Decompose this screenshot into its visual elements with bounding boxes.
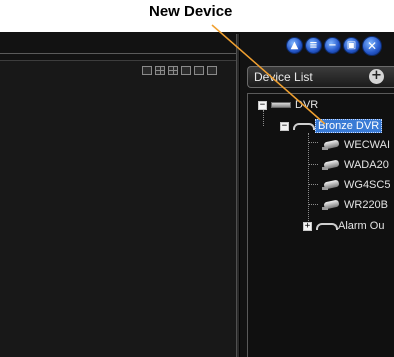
camera-icon (320, 139, 340, 151)
tree-item-label: WR220B (344, 199, 389, 211)
dvr-icon (271, 102, 291, 108)
expand-toggle[interactable]: + (303, 221, 312, 231)
tree-connector (308, 142, 318, 143)
tree-item-label: WADA20 (344, 159, 389, 171)
tree-item-dvr[interactable]: − DVR (258, 97, 318, 113)
tree-connector (308, 184, 318, 185)
tree-item-camera[interactable]: WR220B (320, 197, 388, 213)
minimize-icon[interactable]: − (324, 37, 341, 54)
window-controls: ▲ ≡ − ▣ ✕ (286, 36, 382, 56)
restore-icon[interactable]: ▣ (343, 37, 360, 54)
tree-item-bronze-dvr[interactable]: − Bronze DVR (280, 118, 383, 134)
nine-view-icon[interactable] (168, 66, 178, 75)
device-icon (293, 122, 315, 130)
callout-label: New Device (149, 3, 233, 20)
close-view-icon[interactable] (207, 66, 217, 75)
tree-connector (308, 133, 309, 229)
close-icon[interactable]: ✕ (362, 36, 382, 56)
collapse-toggle[interactable]: − (258, 100, 267, 110)
camera-icon (320, 179, 340, 191)
tree-item-label: Bronze DVR (315, 119, 383, 133)
camera-icon (320, 199, 340, 211)
lock-icon[interactable]: ▲ (286, 37, 303, 54)
device-list-title: Device List (254, 70, 313, 84)
tree-connector (308, 164, 318, 165)
single-view-icon[interactable] (142, 66, 152, 75)
device-list-header: Device List + (247, 66, 394, 88)
tree-item-camera[interactable]: WG4SC5 (320, 177, 390, 193)
camera-icon (320, 159, 340, 171)
tree-item-alarm-output[interactable]: + Alarm Ou (303, 218, 384, 234)
alarm-output-icon (316, 222, 338, 230)
tree-item-label: WG4SC5 (344, 179, 391, 191)
quad-view-icon[interactable] (155, 66, 165, 75)
list-icon[interactable]: ≡ (305, 37, 322, 54)
video-toolbar-border (0, 53, 236, 54)
layout-toolbar (142, 66, 217, 75)
video-display-area[interactable] (0, 60, 236, 357)
tree-item-camera[interactable]: WECWAI (320, 137, 390, 153)
tree-item-label: DVR (295, 99, 319, 111)
device-tree: − DVR − Bronze DVR WECWAI WADA20 WG4SC5 … (247, 93, 394, 357)
audio-icon[interactable] (194, 66, 204, 75)
tree-item-camera[interactable]: WADA20 (320, 157, 389, 173)
panel-splitter[interactable] (236, 34, 240, 357)
tree-connector (308, 204, 318, 205)
collapse-toggle[interactable]: − (280, 121, 289, 131)
tree-item-label: WECWAI (344, 139, 391, 151)
tree-item-label: Alarm Ou (338, 220, 385, 232)
add-device-button[interactable]: + (369, 69, 384, 84)
sixteen-view-icon[interactable] (181, 66, 191, 75)
